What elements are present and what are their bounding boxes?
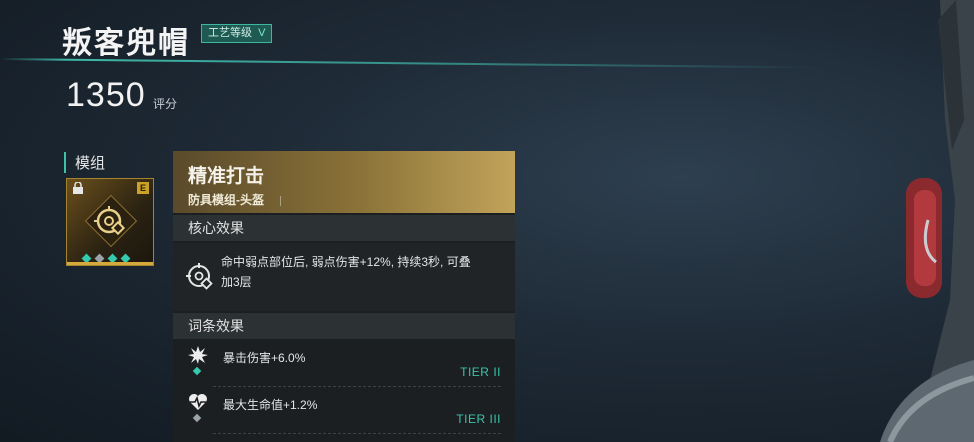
- burst-icon: [188, 346, 208, 364]
- craft-level-badge: 工艺等级 V: [201, 24, 273, 43]
- craft-level-label: 工艺等级: [208, 27, 252, 39]
- tier-label: TIER: [460, 365, 490, 379]
- score-value: 1350: [66, 76, 146, 114]
- row-divider: [213, 386, 501, 387]
- heart-pulse-icon: [189, 394, 207, 410]
- craft-level-value: V: [258, 27, 266, 39]
- affix-text: 暴击伤害+6.0%: [223, 351, 306, 365]
- module-section-label: 模组: [64, 152, 105, 173]
- precision-strike-icon: [84, 194, 138, 248]
- tier-numeral: III: [489, 412, 501, 426]
- module-detail-header: 精准打击 防具模组-头盔: [173, 151, 515, 213]
- core-effect-line: 加3层: [221, 275, 252, 289]
- affix-rarity-pip: [192, 366, 202, 376]
- affix-rarity-pip: [192, 413, 202, 423]
- module-rarity-pips: [81, 253, 131, 264]
- module-detail-panel: 精准打击 防具模组-头盔 核心效果 命中弱点部位后, 弱点伤害+12%, 持续3…: [173, 151, 515, 442]
- selected-indicator: [67, 262, 153, 265]
- module-name: 精准打击: [188, 166, 265, 187]
- affix-tier: TIER III: [456, 412, 501, 426]
- affix-row: 最大生命值+1.2% TIER III: [173, 388, 515, 434]
- core-effect-header: 核心效果: [173, 215, 515, 241]
- affix-effect-header: 词条效果: [173, 313, 515, 339]
- module-type: 防具模组-头盔: [188, 193, 264, 207]
- header-divider: [0, 58, 820, 69]
- divider: [280, 196, 281, 206]
- affix-row: 暴击伤害+6.0% TIER II: [173, 341, 515, 387]
- character-model-art: [880, 0, 974, 442]
- core-effect-text: 命中弱点部位后, 弱点伤害+12%, 持续3秒, 可叠 加3层: [221, 252, 501, 292]
- item-title: 叛客兜帽: [62, 27, 190, 60]
- affix-text: 最大生命值+1.2%: [223, 398, 318, 412]
- row-divider: [213, 433, 501, 434]
- affix-tier: TIER II: [460, 365, 501, 379]
- tier-label: TIER: [456, 412, 486, 426]
- core-effect-row: 命中弱点部位后, 弱点伤害+12%, 持续3秒, 可叠 加3层: [173, 243, 515, 311]
- tier-numeral: II: [493, 365, 501, 379]
- precision-strike-icon: [186, 263, 213, 290]
- module-slot-card[interactable]: E: [66, 178, 154, 266]
- core-effect-line: 命中弱点部位后, 弱点伤害+12%, 持续3秒, 可叠: [221, 255, 471, 269]
- score-unit: 评分: [153, 97, 178, 111]
